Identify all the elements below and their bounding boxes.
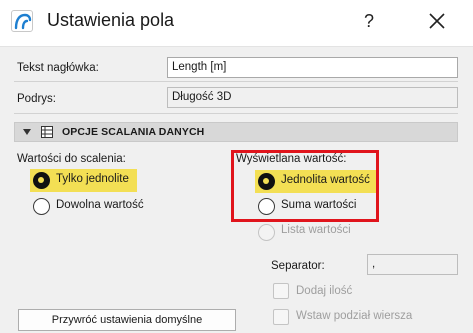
separator-input[interactable]: , <box>367 254 458 275</box>
restore-defaults-button[interactable]: Przywróć ustawienia domyślne <box>18 309 236 331</box>
subtitle-field[interactable]: Długość 3D <box>167 87 458 108</box>
close-icon <box>429 13 445 29</box>
header-text-label: Tekst nagłówka: <box>17 62 99 74</box>
app-logo-icon <box>11 10 33 32</box>
separator-label: Separator: <box>271 260 325 272</box>
radio-any-value-label[interactable]: Dowolna wartość <box>56 199 144 211</box>
collapse-triangle-icon <box>23 129 31 135</box>
insert-line-break-checkbox[interactable] <box>273 309 289 325</box>
subtitle-label: Podrys: <box>17 93 56 105</box>
title-bar: Ustawienia pola ? <box>0 0 473 46</box>
radio-any-value[interactable] <box>33 198 50 215</box>
add-quantity-label[interactable]: Dodaj ilość <box>296 285 352 297</box>
radio-list-values[interactable] <box>258 224 275 241</box>
annotation-highlight-box <box>231 150 379 222</box>
help-button[interactable]: ? <box>357 8 381 34</box>
add-quantity-checkbox[interactable] <box>273 283 289 299</box>
insert-line-break-label[interactable]: Wstaw podział wiersza <box>296 310 412 322</box>
radio-only-uniform[interactable] <box>33 172 50 189</box>
radio-list-values-label[interactable]: Lista wartości <box>281 224 351 236</box>
radio-only-uniform-label[interactable]: Tylko jednolite <box>56 173 129 185</box>
section-title: OPCJE SCALANIA DANYCH <box>62 126 205 138</box>
header-text-input[interactable]: Length [m] <box>167 57 458 78</box>
close-button[interactable] <box>424 8 450 34</box>
divider <box>14 81 458 82</box>
merge-options-section-header[interactable]: OPCJE SCALANIA DANYCH <box>14 122 458 142</box>
merge-values-label: Wartości do scalenia: <box>17 153 126 165</box>
dialog-title: Ustawienia pola <box>47 10 175 30</box>
divider <box>14 113 458 114</box>
table-icon <box>41 126 53 138</box>
